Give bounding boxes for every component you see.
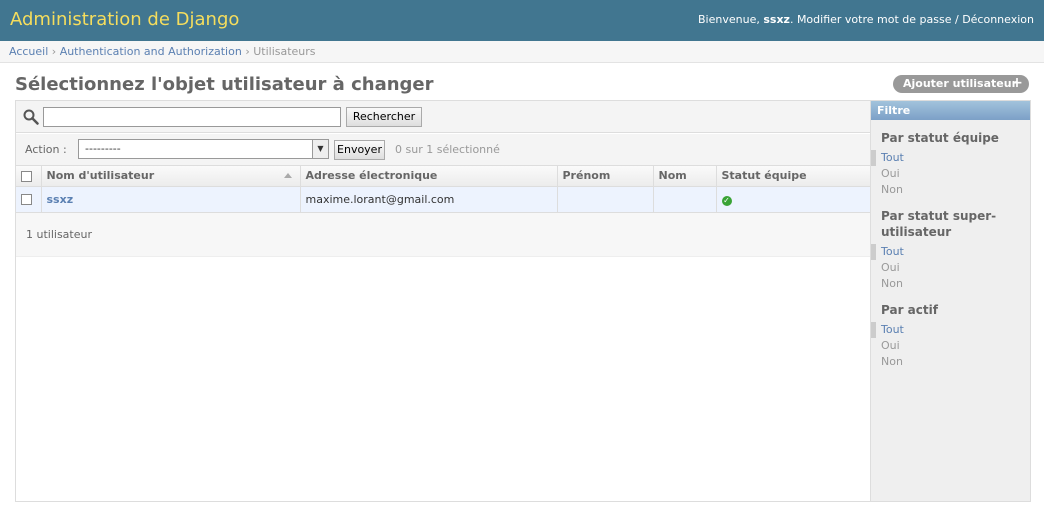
result-table: Nom d'utilisateur Adresse électronique P… — [16, 166, 870, 213]
column-header-username[interactable]: Nom d'utilisateur — [40, 166, 300, 187]
column-header-label: Nom — [658, 169, 687, 183]
search-input[interactable] — [43, 107, 341, 127]
filter-option-no[interactable]: Non — [871, 276, 1030, 292]
column-header-label: Prénom — [562, 169, 611, 183]
filter-sidebar: Filtre Par statut équipe Tout Oui Non Pa… — [870, 101, 1030, 501]
row-checkbox[interactable] — [21, 194, 32, 205]
filter-option-no[interactable]: Non — [871, 182, 1030, 198]
action-label: Action : — [25, 143, 67, 156]
changelist-panel: Rechercher Action : --------- ▼ Envoyer … — [15, 100, 1031, 502]
plus-icon: + — [1011, 75, 1023, 91]
welcome-text: Bienvenue, — [698, 13, 760, 26]
staff-status-cell: ✓ — [715, 186, 870, 213]
breadcrumb-separator: › — [245, 45, 250, 58]
filter-option-all[interactable]: Tout — [871, 150, 1030, 166]
column-header-email[interactable]: Adresse électronique — [299, 166, 557, 187]
filter-option-no[interactable]: Non — [871, 354, 1030, 370]
filter-option-yes[interactable]: Oui — [871, 338, 1030, 354]
action-select[interactable]: --------- ▼ — [78, 139, 329, 159]
site-brand: Administration de Django — [10, 9, 240, 30]
filter-group-title: Par statut super-utilisateur — [881, 209, 997, 239]
filter-option-all[interactable]: Tout — [871, 244, 1030, 260]
filter-group-title: Par statut équipe — [881, 131, 999, 145]
filter-title: Filtre — [871, 101, 1030, 120]
username-cell: ssxz — [40, 186, 300, 213]
add-user-button[interactable]: Ajouter utilisateur + — [893, 75, 1029, 93]
actions-bar: Action : --------- ▼ Envoyer 0 sur 1 sél… — [16, 134, 870, 166]
table-header-row: Nom d'utilisateur Adresse électronique P… — [16, 166, 870, 187]
current-username: ssxz — [763, 13, 790, 26]
change-password-link[interactable]: Modifier votre mot de passe — [797, 13, 952, 26]
last-name-cell — [652, 186, 716, 213]
breadcrumb-home[interactable]: Accueil — [9, 45, 48, 58]
first-name-cell — [556, 186, 653, 213]
column-header-staff-status[interactable]: Statut équipe — [715, 166, 870, 187]
filter-option-yes[interactable]: Oui — [871, 166, 1030, 182]
filter-group-title: Par actif — [881, 303, 938, 317]
add-user-label: Ajouter utilisateur — [903, 77, 1017, 90]
select-all-header — [16, 166, 41, 187]
paginator: 1 utilisateur — [16, 213, 870, 257]
search-icon — [23, 109, 39, 125]
breadcrumb-separator: › — [51, 45, 57, 58]
column-header-label: Statut équipe — [721, 169, 807, 183]
breadcrumb: Accueil › Authentication and Authorizati… — [0, 41, 1044, 63]
filter-group-superuser: Par statut super-utilisateur Tout Oui No… — [871, 198, 1030, 292]
search-toolbar: Rechercher — [16, 101, 870, 133]
column-header-last-name[interactable]: Nom — [652, 166, 716, 187]
action-select-value: --------- — [85, 142, 121, 155]
breadcrumb-current: Utilisateurs — [253, 45, 316, 58]
column-header-label: Adresse électronique — [305, 169, 438, 183]
page-title: Sélectionnez l'objet utilisateur à chang… — [15, 74, 434, 95]
table-row: ssxz maxime.lorant@gmail.com ✓ — [16, 186, 870, 213]
action-counter: 0 sur 1 sélectionné — [395, 143, 500, 156]
user-tools-separator: / — [954, 13, 959, 26]
select-all-checkbox[interactable] — [21, 170, 32, 182]
breadcrumb-app[interactable]: Authentication and Authorization — [60, 45, 242, 58]
sort-ascending-icon[interactable] — [283, 173, 292, 178]
column-header-label: Nom d'utilisateur — [46, 169, 155, 183]
row-select-cell — [16, 186, 41, 213]
logout-link[interactable]: Déconnexion — [962, 13, 1034, 26]
email-cell: maxime.lorant@gmail.com — [299, 186, 557, 213]
go-button[interactable]: Envoyer — [334, 140, 385, 160]
user-tools: Bienvenue, ssxz. Modifier votre mot de p… — [698, 13, 1034, 26]
filter-group-active: Par actif Tout Oui Non — [871, 292, 1030, 370]
filter-option-all[interactable]: Tout — [871, 322, 1030, 338]
username-link[interactable]: ssxz — [47, 193, 74, 206]
header-bar: Administration de Django Bienvenue, ssxz… — [0, 0, 1044, 41]
chevron-down-icon: ▼ — [312, 140, 328, 158]
search-button[interactable]: Rechercher — [346, 107, 422, 127]
check-icon: ✓ — [721, 195, 732, 206]
column-header-first-name[interactable]: Prénom — [556, 166, 653, 187]
filter-group-staff: Par statut équipe Tout Oui Non — [871, 120, 1030, 198]
filter-option-yes[interactable]: Oui — [871, 260, 1030, 276]
